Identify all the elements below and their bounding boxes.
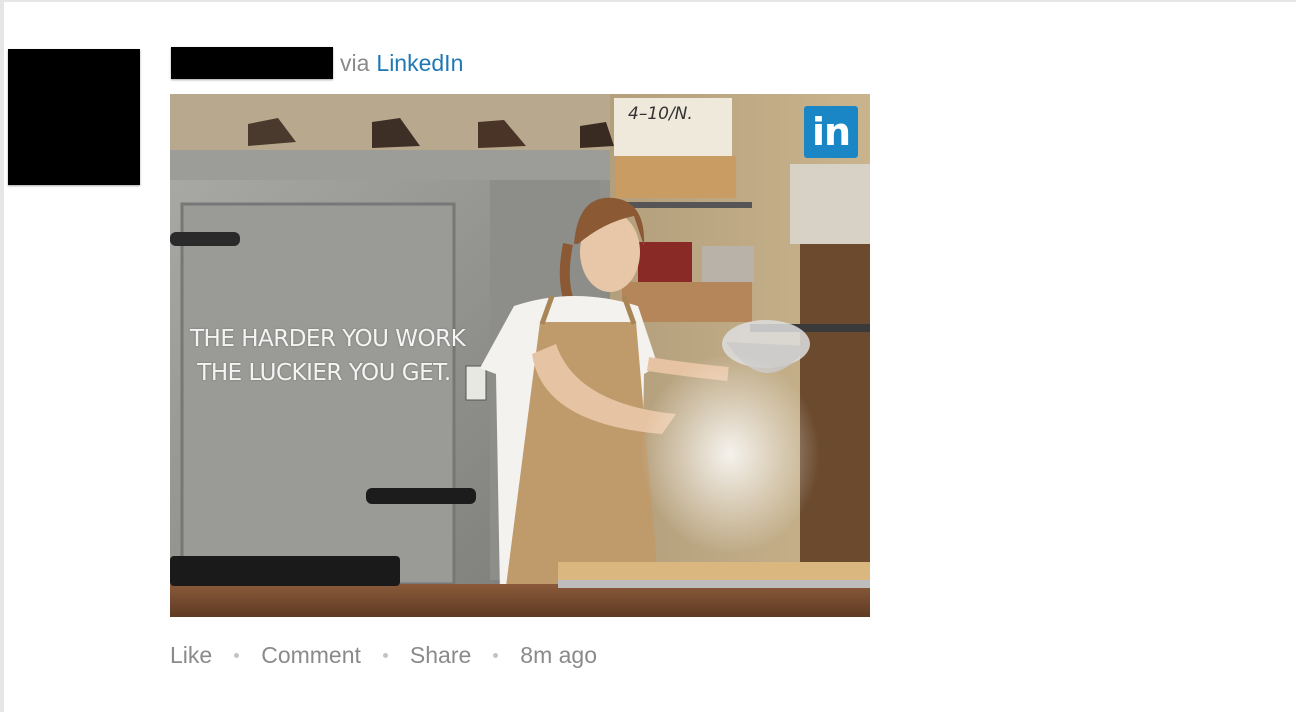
comment-button[interactable]: Comment	[261, 642, 361, 669]
box-label: 4–10/N.	[628, 104, 693, 124]
image-quote: THE HARDER YOU WORK THE LUCKIER YOU GET.	[190, 322, 466, 390]
source-link[interactable]: LinkedIn	[376, 50, 463, 77]
author-name-redacted[interactable]	[171, 47, 333, 79]
post-actions: Like Comment Share 8m ago	[170, 642, 597, 669]
post-image[interactable]: 4–10/N. in THE HARDER YOU WORK THE LUCKI…	[170, 94, 870, 617]
separator-dot	[493, 653, 499, 658]
avatar[interactable]	[8, 49, 140, 185]
share-button[interactable]: Share	[410, 642, 471, 669]
like-button[interactable]: Like	[170, 642, 212, 669]
quote-line-1: THE HARDER YOU WORK	[190, 326, 466, 352]
separator-dot	[382, 653, 388, 658]
feed-post: via LinkedIn 4–10/N. in THE HARDER YOU W…	[0, 0, 1296, 712]
separator-dot	[234, 653, 240, 658]
post-timestamp: 8m ago	[520, 642, 597, 668]
quote-line-2: THE LUCKIER YOU GET.	[197, 360, 451, 386]
linkedin-logo-icon: in	[804, 106, 858, 158]
post-header: via LinkedIn	[171, 47, 463, 79]
via-label: via	[340, 49, 370, 76]
